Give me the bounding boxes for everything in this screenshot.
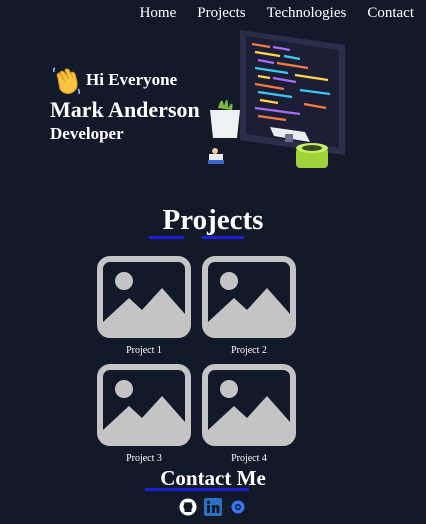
hero-intro: Hi Everyone Mark Anderson Developer bbox=[50, 64, 200, 144]
waving-hand-icon bbox=[52, 67, 81, 95]
hero-name: Mark Anderson bbox=[50, 97, 200, 122]
image-placeholder-icon bbox=[202, 256, 296, 338]
signal-icon bbox=[231, 500, 245, 514]
nav-contact[interactable]: Contact bbox=[367, 5, 414, 22]
project-label: Project 3 bbox=[126, 453, 162, 464]
projects-underline-right bbox=[202, 236, 244, 239]
image-placeholder-icon bbox=[97, 364, 191, 446]
social-links bbox=[0, 498, 426, 516]
linkedin-icon bbox=[204, 498, 222, 516]
greeting-row: Hi Everyone bbox=[50, 64, 200, 96]
projects-underline-left bbox=[149, 236, 184, 239]
nav-home[interactable]: Home bbox=[140, 5, 177, 22]
linkedin-link[interactable] bbox=[204, 498, 222, 516]
project-card[interactable]: Project 4 bbox=[202, 364, 296, 465]
project-label: Project 4 bbox=[231, 453, 267, 464]
github-link[interactable] bbox=[179, 498, 197, 516]
signal-link[interactable] bbox=[229, 498, 247, 516]
project-card[interactable]: Project 2 bbox=[202, 256, 296, 357]
project-card[interactable]: Project 1 bbox=[97, 256, 191, 357]
greeting-text: Hi Everyone bbox=[86, 70, 178, 89]
developer-illustration bbox=[208, 30, 345, 168]
top-nav: Home Projects Technologies Contact bbox=[140, 5, 414, 22]
nav-projects[interactable]: Projects bbox=[197, 5, 245, 22]
project-label: Project 2 bbox=[231, 345, 267, 356]
contact-underline bbox=[145, 488, 249, 491]
projects-grid: Project 1 Project 2 Project 3 Project 4 bbox=[97, 256, 296, 465]
image-placeholder-icon bbox=[202, 364, 296, 446]
project-label: Project 1 bbox=[126, 345, 162, 356]
nav-technologies[interactable]: Technologies bbox=[267, 5, 347, 22]
hero-role: Developer bbox=[50, 124, 124, 143]
github-icon bbox=[179, 498, 197, 516]
projects-heading: Projects bbox=[162, 204, 264, 236]
image-placeholder-icon bbox=[97, 256, 191, 338]
project-card[interactable]: Project 3 bbox=[97, 364, 191, 465]
